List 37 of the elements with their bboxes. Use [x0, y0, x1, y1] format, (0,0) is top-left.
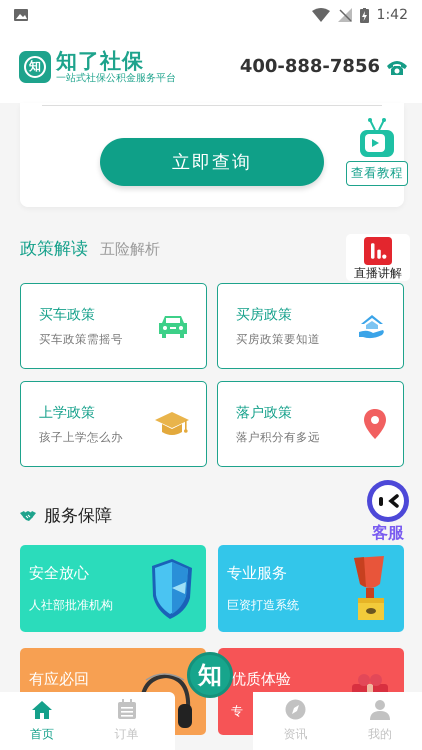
nav-tab[interactable]: 我的: [338, 692, 422, 750]
policy-card[interactable]: 上学政策 孩子上学怎么办: [20, 381, 207, 467]
policy-card[interactable]: 买房政策 买房政策要知道: [217, 283, 404, 369]
section-tab[interactable]: 政策解读: [20, 237, 88, 260]
service-subtitle: 人社部批准机构: [29, 596, 113, 614]
phone-number[interactable]: 400-888-7856: [240, 56, 380, 77]
policy-title: 买车政策: [39, 306, 96, 324]
policy-subtitle: 买房政策要知道: [236, 332, 321, 346]
service-title: 有应必回: [29, 670, 89, 689]
brand-name: 知了社保: [56, 48, 145, 72]
status-time: 1:42: [376, 7, 408, 23]
section-title: 服务保障: [44, 504, 112, 526]
service-title: 安全放心: [29, 564, 89, 582]
service-subtitle: 巨资打造系统: [227, 596, 299, 614]
app-logo: 知: [19, 50, 51, 82]
policy-card[interactable]: 买车政策 买车政策需摇号: [20, 283, 207, 369]
service-title: 优质体验: [231, 670, 291, 689]
policy-title: 上学政策: [39, 404, 96, 422]
brand-slogan: 一站式社保公积金服务平台: [56, 72, 176, 84]
policy-subtitle: 孩子上学怎么办: [39, 430, 124, 444]
live-button[interactable]: 直播讲解: [346, 234, 410, 281]
query-button[interactable]: 立即查询: [100, 138, 324, 186]
policy-card[interactable]: 落户政策 落户积分有多远: [217, 381, 404, 467]
policy-title: 落户政策: [236, 404, 293, 422]
policy-subtitle: 买车政策需摇号: [39, 332, 124, 346]
service-subtitle: 专: [231, 703, 243, 720]
nav-tab[interactable]: 资讯: [253, 692, 338, 750]
nav-tab[interactable]: 订单: [84, 692, 169, 750]
customer-service-button[interactable]: 客服: [366, 479, 410, 543]
policy-title: 买房政策: [236, 306, 293, 324]
service-card[interactable]: 安全放心 人社部批准机构: [20, 545, 206, 632]
service-title: 专业服务: [227, 564, 287, 582]
tutorial-button[interactable]: 查看教程: [346, 161, 408, 186]
section-tab[interactable]: 五险解析: [100, 240, 160, 259]
policy-subtitle: 落户积分有多远: [236, 430, 321, 444]
nav-tab[interactable]: 首页: [0, 692, 84, 750]
service-card[interactable]: 专业服务 巨资打造系统: [218, 545, 404, 632]
